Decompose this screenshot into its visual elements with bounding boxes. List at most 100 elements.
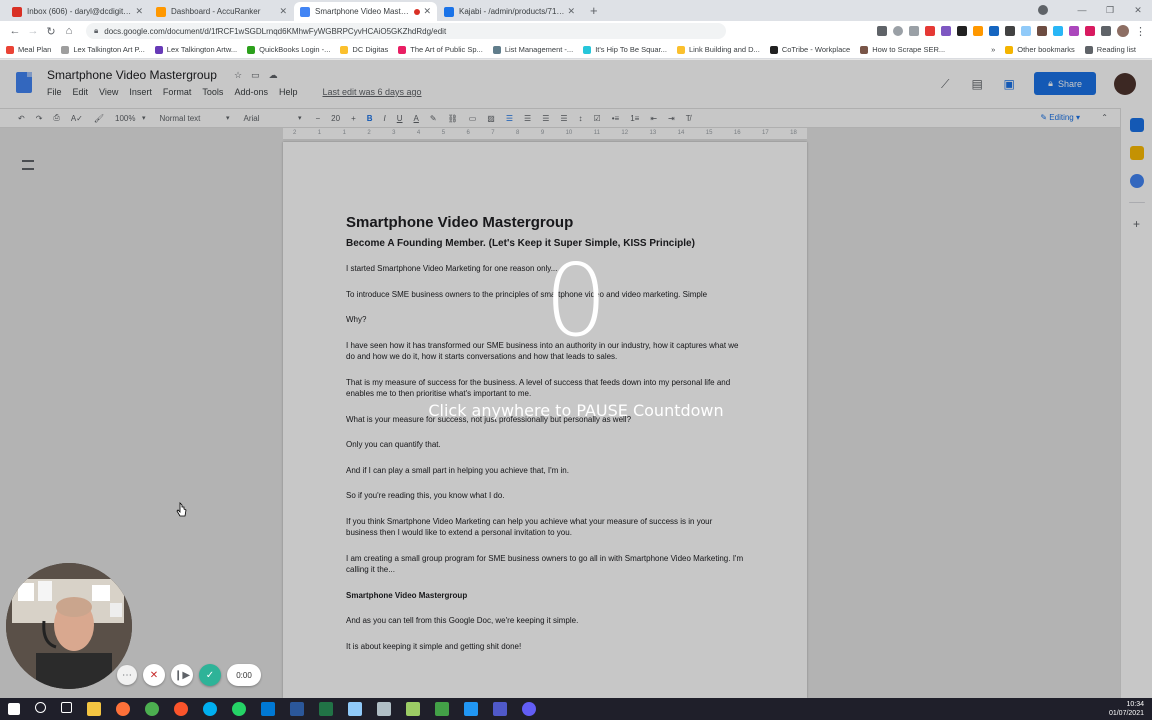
bookmarks-bar: Meal Plan Lex Talkington Art P... Lex Talk… — [0, 41, 1152, 59]
bookmark-item[interactable]: DC Digitas — [340, 45, 388, 54]
window-controls: — ❐ ✕ — [1038, 0, 1152, 21]
bookmark-item[interactable]: CoTribe - Workplace — [769, 45, 850, 54]
mail-icon[interactable] — [464, 702, 478, 716]
loom-icon[interactable] — [522, 702, 536, 716]
teams-icon[interactable] — [493, 702, 507, 716]
close-tab-icon[interactable]: ✕ — [135, 6, 143, 17]
back-icon[interactable]: ← — [6, 25, 24, 37]
recording-indicator-icon — [414, 8, 421, 15]
tab-favicon-icon — [300, 6, 310, 17]
app-blue-icon[interactable] — [348, 702, 362, 716]
url-text: docs.google.com/document/d/1fRCF1wSGDLrn… — [104, 26, 447, 36]
bookmark-item[interactable]: It's Hip To Be Squar... — [583, 45, 667, 54]
bookmarks-more-button[interactable]: » — [991, 45, 995, 54]
bookmark-item[interactable]: Lex Talkington Art P... — [61, 45, 145, 54]
bookmark-label: DC Digitas — [352, 45, 389, 54]
brave-icon[interactable] — [174, 702, 188, 716]
firefox-icon[interactable] — [116, 702, 130, 716]
extension-icon[interactable] — [1085, 26, 1095, 36]
lock-icon[interactable]: 🔒︎ — [94, 26, 98, 36]
tab-favicon-icon — [444, 6, 454, 17]
outlook-icon[interactable] — [261, 702, 275, 716]
reload-icon[interactable]: ↻ — [42, 25, 60, 38]
browser-tab[interactable]: Dashboard - AccuRanker ✕ — [150, 2, 293, 21]
address-bar[interactable]: 🔒︎ docs.google.com/document/d/1fRCF1wSGD… — [86, 23, 726, 39]
extension-icon[interactable] — [1069, 26, 1079, 36]
profile-avatar[interactable] — [1117, 25, 1129, 37]
windows-start-icon[interactable] — [8, 703, 20, 715]
pause-recording-button[interactable]: ❙▶ — [171, 664, 193, 686]
system-tray-clock[interactable]: 10:34 01/07/2021 — [1109, 700, 1144, 718]
bookmark-item[interactable]: Link Building and D... — [676, 45, 760, 54]
extension-icon[interactable] — [989, 26, 999, 36]
windows-taskbar: 10:34 01/07/2021 — [0, 698, 1152, 720]
webcam-bubble[interactable] — [6, 563, 132, 689]
bookmark-label: Lex Talkington Art P... — [73, 45, 145, 54]
excel-icon[interactable] — [319, 702, 333, 716]
browser-menu-icon[interactable]: ⋮ — [1135, 25, 1146, 38]
bookmark-favicon-icon — [6, 45, 14, 54]
browser-tab[interactable]: Kajabi - /admin/products/71947 ✕ — [438, 2, 581, 21]
bookmark-item[interactable]: Lex Talkington Artw... — [154, 45, 237, 54]
star-icon[interactable] — [909, 26, 919, 36]
word-icon[interactable] — [290, 702, 304, 716]
forward-icon[interactable]: → — [24, 25, 42, 37]
tab-favicon-icon — [12, 6, 22, 17]
new-tab-button[interactable]: + — [590, 2, 598, 21]
search-icon[interactable] — [35, 702, 46, 713]
close-tab-icon[interactable]: ✕ — [567, 6, 575, 17]
task-view-icon[interactable] — [61, 702, 72, 713]
browser-tab[interactable]: Smartphone Video Masterg ✕ — [294, 2, 437, 21]
pause-countdown-text[interactable]: Click anywhere to PAUSE Countdown — [0, 401, 1152, 420]
extension-icon[interactable] — [941, 26, 951, 36]
finish-recording-button[interactable]: ✓ — [199, 664, 221, 686]
tab-favicon-icon — [156, 6, 166, 17]
camera-icon[interactable] — [877, 26, 887, 36]
extension-icon[interactable] — [973, 26, 983, 36]
profile-icon[interactable] — [1038, 5, 1048, 15]
bookmark-favicon-icon — [860, 45, 869, 54]
extension-icon[interactable] — [925, 26, 935, 36]
calculator-icon[interactable] — [377, 702, 391, 716]
bookmark-label: List Management -... — [504, 45, 574, 54]
skype-icon[interactable] — [203, 702, 217, 716]
bookmark-label: Meal Plan — [18, 45, 52, 54]
recorder-controls: ⋯ ✕ ❙▶ ✓ 0:00 — [117, 664, 261, 686]
bookmark-item[interactable]: The Art of Public Sp... — [398, 45, 483, 54]
close-window-button[interactable]: ✕ — [1124, 0, 1152, 21]
browser-tab[interactable]: Inbox (606) - daryl@dcdigitas.co ✕ — [6, 2, 149, 21]
bookmark-favicon-icon — [340, 45, 349, 54]
bookmark-item[interactable]: List Management -... — [492, 45, 574, 54]
home-icon[interactable]: ⌂ — [60, 25, 78, 37]
app-leaf-icon[interactable] — [406, 702, 420, 716]
minimize-button[interactable]: — — [1068, 0, 1096, 21]
more-options-icon[interactable]: ⋯ — [117, 665, 137, 685]
extension-icon[interactable] — [957, 26, 967, 36]
extension-icon[interactable] — [1005, 26, 1015, 36]
extension-icon[interactable] — [1021, 26, 1031, 36]
file-explorer-icon[interactable] — [87, 702, 101, 716]
clock-date: 01/07/2021 — [1108, 710, 1144, 717]
bookmark-item[interactable]: QuickBooks Login -... — [247, 45, 330, 54]
extension-icon[interactable] — [1037, 26, 1047, 36]
webcam-feed — [6, 563, 132, 689]
close-tab-icon[interactable]: ✕ — [423, 6, 431, 17]
cancel-recording-button[interactable]: ✕ — [143, 664, 165, 686]
browser-toolbar: ← → ↻ ⌂ 🔒︎ docs.google.com/document/d/1f… — [0, 21, 1152, 41]
zoom-icon[interactable] — [893, 26, 903, 36]
maximize-button[interactable]: ❐ — [1096, 0, 1124, 21]
countdown-number[interactable]: 0 — [0, 236, 1152, 366]
camtasia-icon[interactable] — [435, 702, 449, 716]
other-bookmarks[interactable]: Other bookmarks — [1005, 45, 1075, 54]
bookmark-item[interactable]: How to Scrape SER... — [860, 45, 945, 54]
puzzle-icon[interactable] — [1101, 26, 1111, 36]
reading-list-icon — [1084, 45, 1093, 54]
close-tab-icon[interactable]: ✕ — [279, 6, 287, 17]
reading-list[interactable]: Reading list — [1084, 45, 1136, 54]
bookmark-item[interactable]: Meal Plan — [6, 45, 51, 54]
bookmark-label: How to Scrape SER... — [872, 45, 946, 54]
whatsapp-icon[interactable] — [232, 702, 246, 716]
countdown-overlay[interactable] — [0, 60, 1152, 698]
chrome-icon[interactable] — [145, 702, 159, 716]
extension-icon[interactable] — [1053, 26, 1063, 36]
